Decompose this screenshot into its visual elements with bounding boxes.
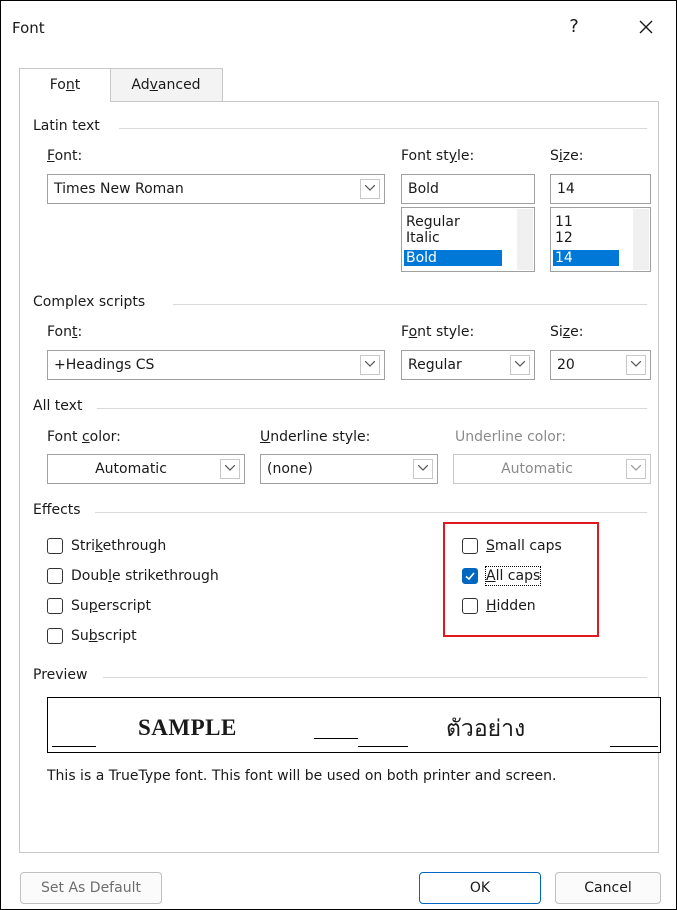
checkbox-box[interactable] (47, 568, 63, 584)
section-divider (103, 677, 647, 678)
section-complex-scripts: Complex scripts (33, 294, 152, 310)
latin-size-list[interactable]: 11 12 14 (550, 207, 651, 272)
complex-style-value: Regular (408, 357, 462, 373)
list-item[interactable]: 12 (553, 230, 619, 246)
preview-complex-text: ตัวอย่าง (446, 716, 526, 742)
checkbox-box[interactable] (47, 598, 63, 614)
font-color-label: Font color: (47, 429, 121, 445)
underline-style-label: Underline style: (260, 429, 371, 445)
underline-color-combo: Automatic (453, 454, 651, 484)
latin-style-list[interactable]: Regular Italic Bold (401, 207, 535, 272)
complex-style-combo[interactable]: Regular (401, 350, 535, 380)
preview-box: SAMPLE ตัวอย่าง (47, 697, 661, 753)
chevron-down-icon (626, 459, 646, 479)
section-latin-text: Latin text (33, 118, 106, 134)
checkbox-label: Strikethrough (71, 538, 167, 554)
help-button[interactable]: ? (559, 13, 589, 41)
list-item[interactable]: Bold (404, 250, 502, 266)
complex-font-label: Font: (47, 324, 83, 340)
section-effects: Effects (33, 502, 87, 518)
cancel-button[interactable]: Cancel (555, 872, 661, 904)
underline-style-combo[interactable]: (none) (260, 454, 438, 484)
preview-underline (610, 746, 658, 747)
complex-font-combo[interactable]: +Headings CS (47, 350, 385, 380)
font-color-value: Automatic (95, 461, 167, 477)
font-color-combo[interactable]: Automatic (47, 454, 245, 484)
section-preview: Preview (33, 667, 94, 683)
close-button[interactable] (629, 13, 663, 41)
complex-size-label: Size: (550, 324, 584, 340)
checkbox-label: Superscript (71, 598, 152, 614)
ok-button[interactable]: OK (419, 872, 541, 904)
underline-color-label: Underline color: (455, 429, 567, 445)
section-divider (95, 512, 647, 513)
tab-font[interactable]: Font (19, 68, 111, 102)
latin-size-input[interactable]: 14 (550, 174, 651, 204)
chevron-down-icon[interactable] (413, 459, 433, 479)
checkbox-label: Subscript (71, 628, 137, 644)
complex-font-value: +Headings CS (54, 357, 155, 373)
complex-style-label: Font style: (401, 324, 475, 340)
preview-underline (52, 746, 96, 747)
list-item[interactable]: 14 (553, 250, 619, 266)
preview-underline (358, 746, 408, 747)
latin-style-label: Font style: (401, 148, 475, 164)
font-dialog: Font ? Font Advanced Latin text Font: Ti… (0, 0, 677, 910)
tab-strip: Font Advanced (19, 68, 659, 102)
preview-note: This is a TrueType font. This font will … (47, 768, 557, 784)
title-bar: Font ? (1, 1, 676, 47)
checkbox-box[interactable] (47, 538, 63, 554)
scrollbar[interactable] (517, 209, 533, 270)
preview-sample-text: SAMPLE (138, 715, 237, 740)
underline-color-value: Automatic (501, 461, 573, 477)
section-all-text: All text (33, 398, 89, 414)
dialog-title: Font (12, 19, 45, 37)
scrollbar[interactable] (633, 209, 649, 270)
set-as-default-button[interactable]: Set As Default (20, 872, 162, 904)
latin-size-label: Size: (550, 148, 584, 164)
latin-style-input[interactable]: Bold (401, 174, 535, 204)
close-icon (639, 20, 653, 34)
chevron-down-icon[interactable] (360, 355, 380, 375)
latin-font-combo[interactable]: Times New Roman (47, 174, 385, 204)
section-divider (97, 408, 647, 409)
chevron-down-icon[interactable] (360, 179, 380, 199)
complex-size-value: 20 (557, 357, 575, 373)
list-item[interactable]: 11 (553, 214, 619, 230)
latin-font-value: Times New Roman (54, 181, 184, 197)
chevron-down-icon[interactable] (510, 355, 530, 375)
list-item[interactable]: Regular (404, 214, 502, 230)
complex-size-combo[interactable]: 20 (550, 350, 651, 380)
tab-advanced[interactable]: Advanced (109, 68, 223, 101)
checkbox-box[interactable] (47, 628, 63, 644)
highlight-box (443, 522, 599, 637)
underline-style-value: (none) (267, 461, 313, 477)
checkbox-label: Double strikethrough (71, 568, 219, 584)
preview-underline (314, 738, 358, 739)
latin-font-label: Font: (47, 148, 83, 164)
chevron-down-icon[interactable] (626, 355, 646, 375)
chevron-down-icon[interactable] (220, 459, 240, 479)
list-item[interactable]: Italic (404, 230, 502, 246)
section-divider (173, 304, 647, 305)
section-divider (119, 128, 647, 129)
